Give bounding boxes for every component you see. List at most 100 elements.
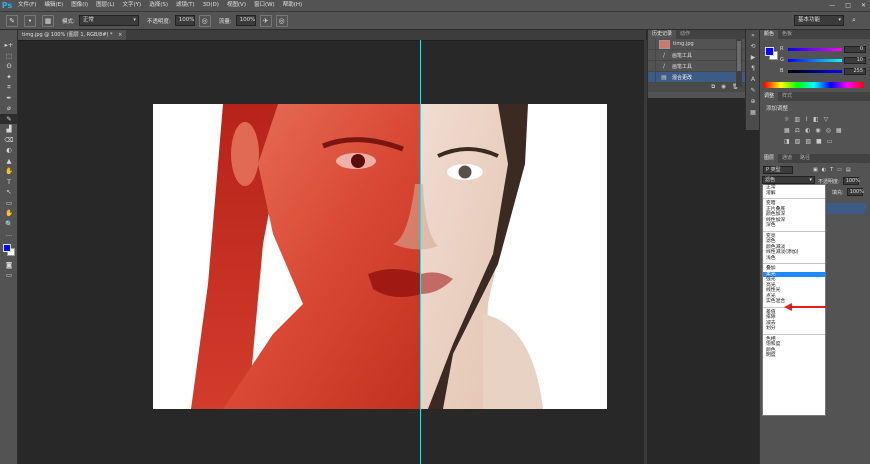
move-tool-icon[interactable]: ▸+	[0, 40, 18, 51]
menu-select[interactable]: 选择(S)	[145, 0, 172, 11]
blue-slider-bar[interactable]	[788, 70, 842, 73]
pen-tool-icon[interactable]: ✋	[0, 166, 18, 177]
color-spectrum[interactable]	[764, 82, 864, 88]
eraser-tool-icon[interactable]: ⌫	[0, 135, 18, 146]
mode-select[interactable]: 正常 ▾	[78, 15, 139, 26]
history-item[interactable]: ∕ 画笔工具	[648, 60, 745, 72]
threshold-icon[interactable]: ▧	[805, 138, 811, 145]
tab-adjustments[interactable]: 调整	[760, 92, 779, 101]
airbrush-icon[interactable]: ✈	[259, 14, 272, 27]
menu-filter[interactable]: 滤镜(T)	[172, 0, 199, 11]
blue-value[interactable]: 255	[844, 68, 866, 75]
shape-tool-icon[interactable]: ▭	[0, 198, 18, 209]
foreground-color-swatch[interactable]	[3, 243, 11, 252]
brush-preset-icon[interactable]: ✎	[6, 14, 18, 27]
flow-input[interactable]: 100%	[235, 15, 256, 26]
history-icon[interactable]: ⟲	[746, 41, 760, 52]
workspace-select[interactable]: 基本功能 ▾	[794, 15, 844, 26]
zoom-tool-icon[interactable]: 🔍	[0, 219, 18, 230]
blend-mode-option[interactable]: 划分	[763, 326, 825, 332]
green-slider[interactable]: G 10	[780, 57, 868, 64]
menu-type[interactable]: 文字(Y)	[119, 0, 146, 11]
filter-type-icon[interactable]: T	[830, 167, 833, 173]
layer-filter-select[interactable]: P 类型	[763, 166, 793, 174]
levels-icon[interactable]: ▥	[794, 116, 800, 123]
history-scrollbar-thumb[interactable]	[737, 41, 741, 71]
blend-mode-option[interactable]: 深色	[763, 223, 825, 229]
history-checkbox[interactable]	[648, 60, 656, 72]
menu-edit[interactable]: 编辑(E)	[40, 0, 67, 11]
canvas-scrollbar[interactable]	[644, 40, 647, 464]
tab-swatches[interactable]: 色板	[778, 30, 796, 39]
invert-icon[interactable]: ◨	[784, 138, 790, 145]
path-select-tool-icon[interactable]: ↖	[0, 187, 18, 198]
history-item-snapshot[interactable]: timg.jpg	[648, 38, 745, 50]
stamp-tool-icon[interactable]: ▟	[0, 124, 18, 135]
new-document-icon[interactable]: ⧉	[711, 83, 715, 92]
gradient-map-icon[interactable]: ▭	[827, 138, 833, 145]
crop-tool-icon[interactable]: ⌗	[0, 82, 18, 93]
marquee-tool-icon[interactable]: ⬚	[0, 51, 18, 62]
channel-mixer-icon[interactable]: ◎	[826, 127, 831, 134]
minimize-button[interactable]: —	[829, 0, 835, 11]
document-canvas[interactable]	[153, 104, 607, 409]
vibrance-icon[interactable]: ▽	[824, 116, 829, 123]
more-tools-icon[interactable]: …	[0, 229, 18, 240]
exposure-icon[interactable]: ◧	[813, 116, 819, 123]
lasso-tool-icon[interactable]: ʘ	[0, 61, 18, 72]
close-button[interactable]: ✕	[861, 0, 866, 11]
clone-source-icon[interactable]: ⊕	[746, 96, 760, 107]
hue-saturation-icon[interactable]: ▦	[784, 127, 790, 134]
selective-color-icon[interactable]: ■	[816, 138, 822, 145]
blue-slider[interactable]: B 255	[780, 68, 868, 75]
red-slider[interactable]: R 0	[780, 46, 868, 53]
menu-layer[interactable]: 图层(L)	[92, 0, 118, 11]
type-tool-icon[interactable]: T	[0, 177, 18, 188]
gradient-tool-icon[interactable]: ◐	[0, 145, 18, 156]
tab-channels[interactable]: 通道	[778, 154, 796, 163]
vertical-guide-line[interactable]	[420, 40, 421, 464]
tab-color[interactable]: 颜色	[760, 30, 779, 39]
blend-mode-option[interactable]: 浅色	[763, 256, 825, 262]
layer-fill-input[interactable]: 100%	[846, 188, 864, 196]
menu-help[interactable]: 帮助(H)	[279, 0, 306, 11]
brush-panel-icon[interactable]: ▦	[42, 14, 54, 27]
menu-view[interactable]: 视图(V)	[223, 0, 250, 11]
menu-file[interactable]: 文件(F)	[14, 0, 40, 11]
brush-settings-icon[interactable]: ✎	[746, 85, 760, 96]
menu-3d[interactable]: 3D(D)	[199, 0, 223, 11]
pressure-opacity-icon[interactable]: ◎	[198, 14, 211, 27]
collapse-icon[interactable]: »	[746, 30, 760, 41]
red-value[interactable]: 0	[844, 46, 866, 53]
brush-tool-icon[interactable]: ✎	[0, 113, 18, 124]
history-checkbox[interactable]	[648, 49, 656, 61]
pressure-size-icon[interactable]: ◎	[275, 14, 288, 27]
magic-wand-tool-icon[interactable]: ✦	[0, 72, 18, 83]
blend-mode-option[interactable]: 明度	[763, 353, 825, 359]
foreground-color-swatch[interactable]	[765, 47, 774, 56]
color-swatches[interactable]	[0, 242, 18, 260]
black-white-icon[interactable]: ◐	[805, 127, 810, 134]
tab-layers[interactable]: 图层	[760, 154, 779, 163]
filter-adjust-icon[interactable]: ◐	[822, 167, 826, 173]
green-slider-bar[interactable]	[788, 59, 842, 62]
tab-actions[interactable]: 动作	[676, 30, 694, 39]
document-tab[interactable]: timg.jpg @ 100% (图层 1, RGB/8#) * ×	[18, 30, 127, 40]
blend-mode-option[interactable]: 溶解	[763, 191, 825, 197]
tab-styles[interactable]: 样式	[778, 92, 796, 101]
brightness-icon[interactable]: ☼	[784, 116, 789, 123]
color-lookup-icon[interactable]: ▦	[836, 127, 842, 134]
layer-opacity-input[interactable]: 100%	[842, 177, 860, 185]
posterize-icon[interactable]: ▨	[795, 138, 801, 145]
history-checkbox[interactable]	[648, 71, 656, 83]
paragraph-icon[interactable]: ¶	[746, 63, 760, 74]
healing-tool-icon[interactable]: ⌀	[0, 103, 18, 114]
snapshot-camera-icon[interactable]: ◉	[721, 83, 726, 92]
red-slider-bar[interactable]	[788, 48, 842, 51]
tab-paths[interactable]: 路径	[796, 154, 814, 163]
maximize-button[interactable]: □	[845, 0, 851, 11]
green-value[interactable]: 10	[844, 57, 866, 64]
opacity-input[interactable]: 100%	[174, 15, 195, 26]
screen-mode-icon[interactable]: ▭	[0, 270, 18, 281]
properties-icon[interactable]: ▦	[746, 107, 760, 118]
